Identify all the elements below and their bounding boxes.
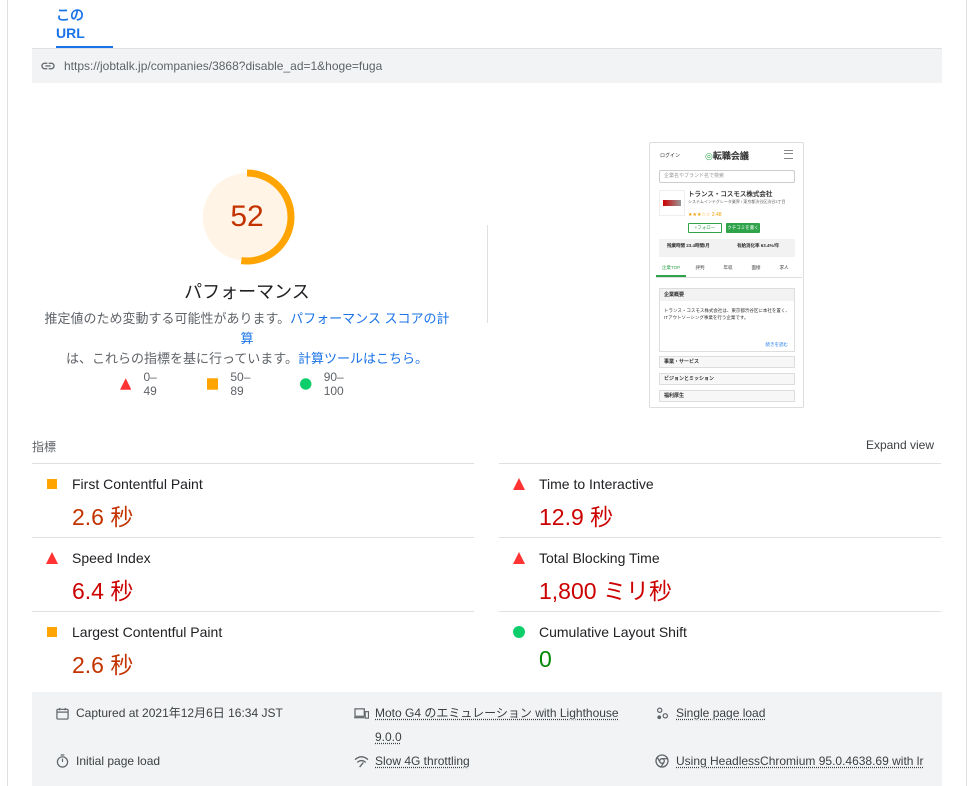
red-triangle-icon	[46, 552, 58, 564]
legend-pass: 90–100	[300, 370, 362, 398]
legend-fail-label: 0–49	[143, 370, 157, 398]
screenshot-section-1: 企業概要	[660, 289, 794, 301]
device-text-line2: 9.0.0	[375, 730, 402, 744]
screenshot-logo-text: 転職会議	[712, 151, 749, 161]
metric-speed-index[interactable]: Speed Index 6.4 秒	[32, 537, 474, 611]
metric-value: 12.9 秒	[539, 504, 614, 530]
captured-at: Captured at 2021年12月6日 16:34 JST	[54, 701, 283, 725]
metric-tti[interactable]: Time to Interactive 12.9 秒	[499, 463, 941, 537]
final-screenshot[interactable]: ログイン ◎転職会議 企業名やブランド名で検索 トランス・コスモス株式会社 シス…	[649, 142, 804, 408]
metric-value: 6.4 秒	[72, 578, 134, 604]
screenshot-login: ログイン	[660, 153, 681, 159]
desc-text-1: 推定値のため変動する可能性があります。	[44, 311, 291, 326]
screenshot-tabs: 企業TOP 評判 年収 面接 求人	[656, 265, 802, 278]
metric-fcp[interactable]: First Contentful Paint 2.6 秒	[32, 463, 474, 537]
chrome-icon	[654, 753, 670, 769]
screenshot-company-sub: システムインテグレータ業界 / 東京都渋谷区渋谷3丁目	[688, 199, 786, 204]
metric-cls[interactable]: Cumulative Layout Shift 0	[499, 611, 941, 685]
legend-average: 50–89	[206, 370, 262, 398]
initial-page-load: Initial page load	[54, 749, 160, 773]
screenshot-stat-2: 有給消化率 63.4%/年	[737, 243, 780, 248]
screenshot-section-4: 福利厚生	[659, 390, 795, 402]
screenshot-rating-value: 2.48	[711, 212, 722, 218]
url-bar: https://jobtalk.jp/companies/3868?disabl…	[32, 49, 942, 83]
browser-info[interactable]: Using HeadlessChromium 95.0.4638.69 with…	[654, 749, 942, 773]
screenshot-stat-1: 残業時間 23.4時間/月	[667, 243, 710, 248]
metric-value: 1,800 ミリ秒	[539, 578, 672, 604]
network-throttling[interactable]: Slow 4G throttling	[353, 749, 470, 773]
metric-value: 2.6 秒	[72, 652, 134, 678]
nodes-icon	[654, 705, 670, 721]
metric-value: 2.6 秒	[72, 504, 134, 530]
screenshot-stats: 残業時間 23.4時間/月 有給消化率 63.4%/年	[659, 239, 795, 257]
screenshot-body: トランス・コスモス株式会社は、東京都渋谷区に本社を置く、ITアウトソーシング事業…	[664, 308, 790, 320]
screenshot-section-overview: 企業概要 トランス・コスモス株式会社は、東京都渋谷区に本社を置く、ITアウトソー…	[659, 288, 795, 352]
signal-icon	[353, 753, 369, 769]
metric-name: Speed Index	[72, 550, 151, 566]
legend-pass-label: 90–100	[323, 370, 344, 398]
gauge-score: 52	[230, 200, 264, 233]
screenshot-more: 続きを読む	[765, 342, 789, 347]
green-circle-icon	[513, 626, 525, 638]
screenshot-tab-2: 年収	[723, 265, 733, 270]
screenshot-review: クチコミを書く	[726, 223, 760, 233]
metric-name: Largest Contentful Paint	[72, 624, 223, 640]
captured-text: Captured at 2021年12月6日 16:34 JST	[76, 706, 283, 720]
screenshot-search: 企業名やブランド名で検索	[659, 170, 795, 183]
screenshot-search-text: 企業名やブランド名で検索	[664, 173, 725, 179]
metric-name: Total Blocking Time	[539, 550, 660, 566]
orange-square-icon	[206, 378, 219, 390]
metric-value: 0	[539, 646, 552, 672]
throttle-text: Slow 4G throttling	[375, 754, 470, 768]
orange-square-icon	[47, 627, 57, 637]
screenshot-section-3: ビジョンとミッション	[659, 373, 795, 385]
calendar-icon	[54, 705, 70, 721]
screenshot-tab-4: 求人	[779, 265, 789, 270]
metric-tbt[interactable]: Total Blocking Time 1,800 ミリ秒	[499, 537, 941, 611]
desc-text-2: は、これらの指標を基に行っています。	[65, 351, 299, 366]
score-legend: 0–49 50–89 90–100	[120, 370, 400, 398]
url-text: https://jobtalk.jp/companies/3868?disabl…	[64, 59, 383, 73]
company-logo	[659, 190, 685, 216]
expand-view-toggle[interactable]: Expand view	[866, 438, 934, 452]
legend-average-label: 50–89	[230, 370, 251, 398]
red-triangle-icon	[513, 478, 525, 490]
performance-gauge[interactable]: 52	[198, 168, 296, 266]
screenshot-rating: ★★★☆☆ 2.48	[688, 212, 722, 218]
metric-name: Cumulative Layout Shift	[539, 624, 687, 640]
device-emulation[interactable]: Moto G4 のエミュレーション with Lighthouse 9.0.0	[353, 701, 643, 749]
green-circle-icon	[300, 378, 312, 390]
runtime-settings: Captured at 2021年12月6日 16:34 JST Moto G4…	[32, 692, 942, 786]
device-text-line1: Moto G4 のエミュレーション with Lighthouse	[375, 706, 619, 720]
red-triangle-icon	[120, 378, 132, 390]
link-icon	[40, 58, 56, 74]
screenshot-logo: ◎転職会議	[705, 151, 749, 161]
red-triangle-icon	[513, 552, 525, 564]
screenshot-tab-3: 面接	[751, 265, 761, 270]
device-text: Moto G4 のエミュレーション with Lighthouse 9.0.0	[375, 701, 619, 749]
calculator-link[interactable]: 計算ツールはこちら。	[298, 351, 428, 366]
screenshot-section-2: 事業・サービス	[659, 356, 795, 368]
initial-load-text: Initial page load	[76, 754, 161, 768]
metric-lcp[interactable]: Largest Contentful Paint 2.6 秒	[32, 611, 474, 685]
devices-icon	[353, 705, 369, 721]
menu-icon	[784, 150, 793, 159]
single-load-text: Single page load	[676, 706, 766, 720]
legend-fail: 0–49	[120, 370, 169, 398]
screenshot-follow: +フォロー	[688, 223, 722, 233]
metric-name: Time to Interactive	[539, 476, 654, 492]
single-page-load[interactable]: Single page load	[654, 701, 765, 725]
metrics-label: 指標	[32, 440, 57, 454]
screenshot-company: トランス・コスモス株式会社	[688, 191, 773, 198]
vertical-divider	[487, 225, 488, 323]
metric-name: First Contentful Paint	[72, 476, 203, 492]
performance-title: パフォーマンス	[184, 282, 310, 302]
tab-this-url[interactable]: この URL	[56, 0, 113, 48]
performance-description: 推定値のため変動する可能性があります。パフォーマンス スコアの計算 は、これらの…	[40, 309, 454, 369]
orange-square-icon	[47, 479, 57, 489]
browser-text: Using HeadlessChromium 95.0.4638.69 with…	[676, 754, 924, 768]
screenshot-tab-1: 評判	[695, 265, 705, 270]
screenshot-tab-0: 企業TOP	[656, 265, 686, 277]
timer-icon	[54, 753, 70, 769]
